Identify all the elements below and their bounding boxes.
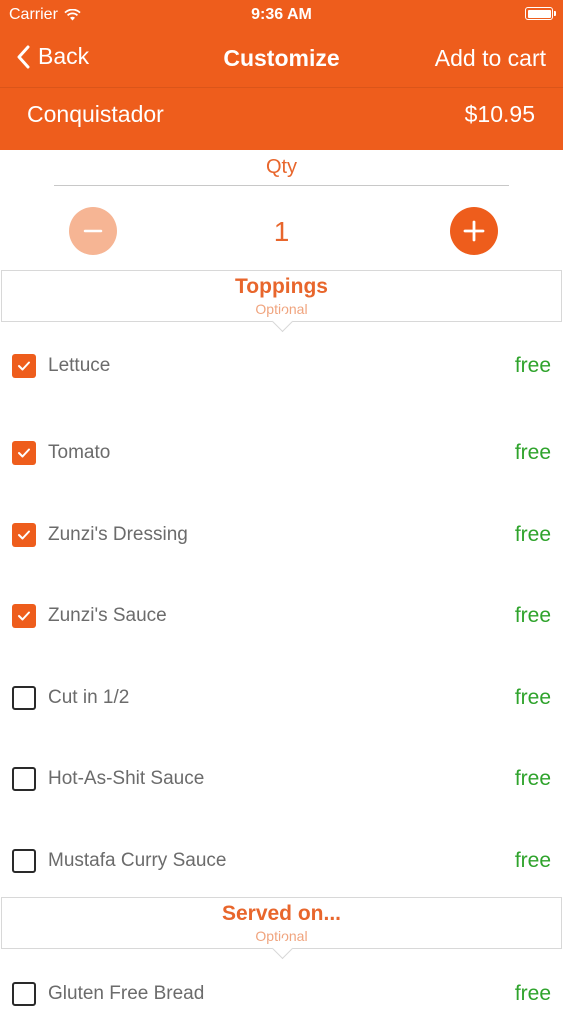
checkbox-unchecked[interactable] [12,982,36,1006]
item-label: Mustafa Curry Sauce [48,849,227,871]
battery-icon [525,7,556,20]
item-label: Cut in 1/2 [48,686,130,708]
item-price-label: free [514,982,551,1005]
quantity-section: Qty 1 [0,150,563,270]
checkbox-checked[interactable] [12,522,36,547]
item-price-label: free [514,767,551,790]
qty-divider [54,185,509,186]
list-item[interactable]: Tomato free [0,408,563,490]
back-button[interactable]: Back [16,43,89,70]
checkmark-icon [18,361,30,371]
item-label: Gluten Free Bread [48,983,205,1004]
item-label: Hot-As-Shit Sauce [48,768,205,789]
item-price-label: free [514,441,551,464]
list-item[interactable]: Zunzi's Dressing free [0,490,563,572]
increase-quantity-button[interactable] [450,207,498,255]
chevron-left-icon [17,45,30,68]
checkmark-icon [18,530,30,539]
item-label: Zunzi's Sauce [48,605,167,626]
section-header-toppings: Toppings Optional [1,270,562,333]
list-item[interactable]: Gluten Free Bread free [0,949,563,1031]
checkbox-checked[interactable] [12,441,36,465]
section-title: Toppings [235,275,328,298]
served-on-list: Gluten Free Bread free [0,949,563,1031]
item-price: $10.95 [464,101,535,127]
list-item[interactable]: Lettuce free [0,322,563,408]
section-header-served-on: Served on... Optional [1,897,562,960]
checkmark-icon [18,611,30,621]
item-name: Conquistador [27,101,164,127]
checkmark-icon [18,448,30,458]
header: Carrier 9:36 AM Back Customize Add to ca… [0,0,563,150]
back-label: Back [38,43,90,69]
list-item[interactable]: Cut in 1/2 free [0,653,563,735]
checkbox-unchecked[interactable] [12,848,36,873]
toppings-list: Lettuce free Tomato free Zunzi's Dressin… [0,322,563,897]
qty-label: Qty [265,156,298,178]
status-bar: Carrier 9:36 AM [0,0,563,30]
checkbox-checked[interactable] [12,354,36,378]
item-price-label: free [514,354,551,377]
section-title: Served on... [221,902,342,925]
item-price-label: free [514,604,551,627]
status-time: 9:36 AM [251,6,312,23]
checkbox-checked[interactable] [12,604,36,628]
item-summary: Conquistador $10.95 [0,87,563,151]
list-item[interactable]: Hot-As-Shit Sauce free [0,734,563,816]
item-label: Lettuce [48,355,111,376]
item-price-label: free [514,685,551,709]
nav-bar: Back Customize Add to cart [0,30,563,86]
checkbox-unchecked[interactable] [12,685,36,710]
checkbox-unchecked[interactable] [12,767,36,791]
item-price-label: free [514,522,551,546]
item-label: Zunzi's Dressing [48,523,188,545]
list-item[interactable]: Mustafa Curry Sauce free [0,816,563,898]
item-price-label: free [514,848,551,872]
add-to-cart-button[interactable]: Add to cart [435,45,546,72]
plus-icon [463,220,485,242]
list-item[interactable]: Zunzi's Sauce free [0,571,563,653]
item-label: Tomato [48,442,111,463]
